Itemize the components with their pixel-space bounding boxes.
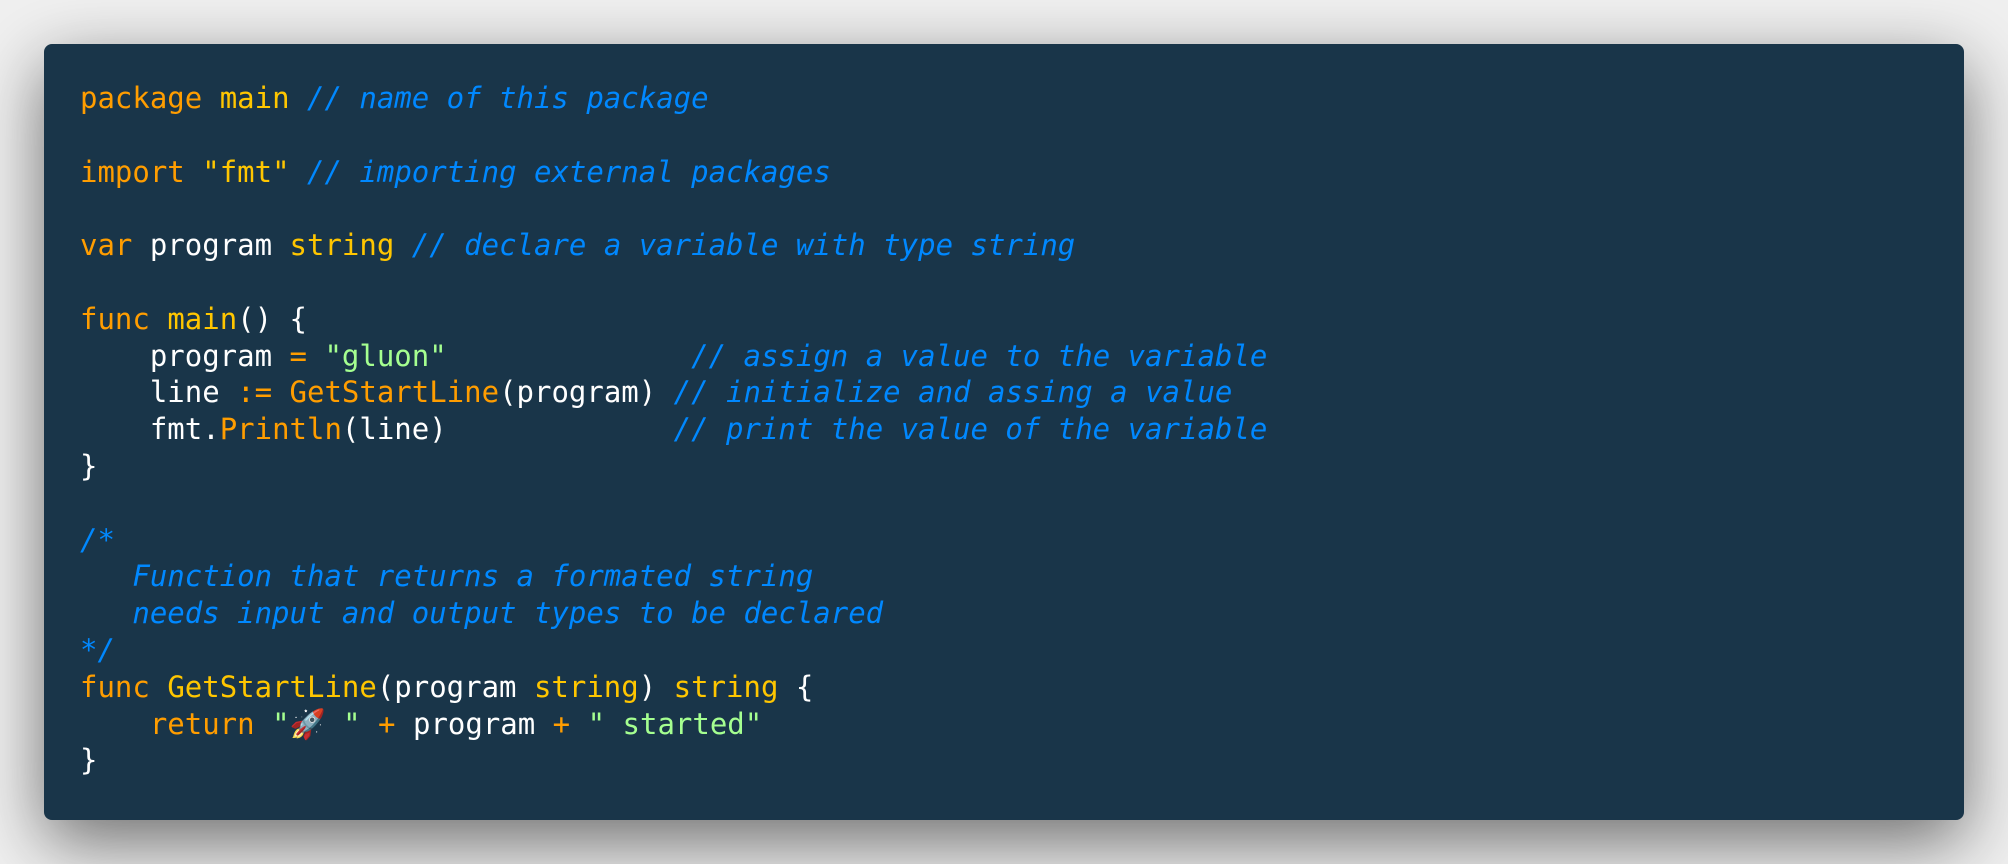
type-string: string — [289, 228, 395, 263]
code-line-2: import "fmt" // importing external packa… — [80, 155, 831, 189]
code-block: package main // name of this package imp… — [80, 80, 1928, 779]
identifier-program: program — [149, 228, 273, 263]
code-snippet-window: package main // name of this package imp… — [44, 44, 1964, 820]
block-comment-line-2: needs input and output types to be decla… — [80, 596, 884, 631]
main-signature: () { — [237, 301, 307, 336]
package-fmt: fmt. — [149, 412, 220, 447]
comment-initialize: // initialize and assing a value — [673, 375, 1233, 410]
keyword-package: package — [80, 81, 203, 115]
call-args: (line) — [341, 412, 447, 447]
closing-brace: } — [80, 448, 98, 483]
padding — [447, 412, 674, 446]
open-brace: { — [778, 669, 814, 704]
string-gluon: "gluon" — [324, 338, 447, 373]
import-path: "fmt" — [202, 154, 290, 189]
comment-print: // print the value of the variable — [673, 412, 1268, 447]
comment-var: // declare a variable with type string — [411, 228, 1076, 263]
code-line-3: var program string // declare a variable… — [80, 228, 1075, 262]
block-comment-open: /* — [80, 522, 115, 557]
string-rocket: "🚀 " — [272, 706, 361, 741]
keyword-import: import — [80, 154, 185, 189]
code-line-6: line := GetStartLine(program) // initial… — [80, 375, 1233, 410]
string-started: " started" — [587, 706, 763, 741]
return-type-string: string — [673, 669, 779, 704]
code-line-5: program = "gluon" // assign a value to t… — [80, 339, 1267, 373]
code-line-1: package main // name of this package — [80, 81, 709, 115]
comment-package: // name of this package — [307, 81, 709, 115]
keyword-return: return — [149, 706, 255, 741]
param-type-string: string — [533, 669, 639, 704]
package-name: main — [219, 81, 290, 115]
identifier-program: program — [149, 338, 273, 373]
call-args: (program) — [499, 375, 657, 410]
assign-operator: = — [289, 338, 307, 373]
identifier-line: line — [149, 375, 220, 410]
keyword-func: func — [80, 301, 150, 336]
comment-import: // importing external packages — [307, 154, 831, 189]
params-open: (program — [376, 669, 534, 704]
block-comment-close: */ — [80, 632, 115, 667]
function-name-getstartline: GetStartLine — [167, 669, 377, 704]
code-line-7: fmt.Println(line) // print the value of … — [80, 412, 1267, 446]
function-call-println: Println — [219, 412, 342, 447]
block-comment-line-1: Function that returns a formated string — [80, 559, 814, 594]
code-line-4: func main() { — [80, 302, 307, 336]
code-line-10: func GetStartLine(program string) string… — [80, 670, 813, 704]
short-assign-operator: := — [237, 375, 273, 410]
closing-brace: } — [80, 743, 98, 778]
identifier-program: program — [412, 706, 536, 741]
function-call-getstartline: GetStartLine — [289, 375, 500, 410]
params-close: ) — [638, 669, 674, 704]
code-line-11: return "🚀 " + program + " started" — [80, 707, 762, 741]
function-name-main: main — [167, 301, 238, 336]
keyword-func: func — [80, 669, 150, 704]
padding — [447, 339, 691, 373]
plus-operator: + — [552, 706, 571, 741]
plus-operator: + — [378, 706, 396, 741]
keyword-var: var — [80, 228, 133, 263]
comment-assign: // assign a value to the variable — [691, 338, 1268, 373]
